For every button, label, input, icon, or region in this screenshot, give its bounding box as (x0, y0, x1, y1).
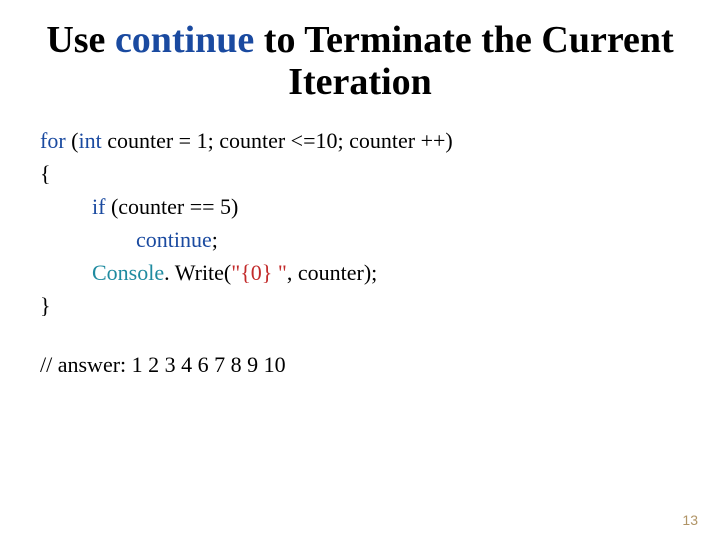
if-rest: (counter == 5) (105, 194, 238, 219)
answer-comment: // answer: 1 2 3 4 6 7 8 9 10 (40, 352, 680, 378)
code-block: for (int counter = 1; counter <=10; coun… (40, 124, 680, 322)
for-paren: ( (66, 128, 79, 153)
keyword-int: int (78, 128, 101, 153)
write-open: . Write( (164, 260, 231, 285)
console-class: Console (92, 260, 164, 285)
page-number: 13 (682, 512, 698, 528)
title-before: Use (46, 19, 115, 61)
string-literal: "{0} " (231, 260, 287, 285)
code-line-continue: continue; (40, 223, 680, 256)
title-keyword: continue (115, 19, 254, 61)
title-after: to Terminate the Current Iteration (254, 19, 673, 103)
keyword-continue: continue (136, 227, 212, 252)
for-rest: counter = 1; counter <=10; counter ++) (102, 128, 453, 153)
code-line-console-write: Console. Write("{0} ", counter); (40, 256, 680, 289)
continue-semicolon: ; (212, 227, 218, 252)
code-line-open-brace: { (40, 157, 680, 190)
code-line-close-brace: } (40, 289, 680, 322)
write-close: , counter); (287, 260, 377, 285)
code-line-if: if (counter == 5) (40, 190, 680, 223)
code-line-for: for (int counter = 1; counter <=10; coun… (40, 124, 680, 157)
keyword-if: if (92, 194, 105, 219)
keyword-for: for (40, 128, 66, 153)
slide-title: Use continue to Terminate the Current It… (40, 20, 680, 104)
